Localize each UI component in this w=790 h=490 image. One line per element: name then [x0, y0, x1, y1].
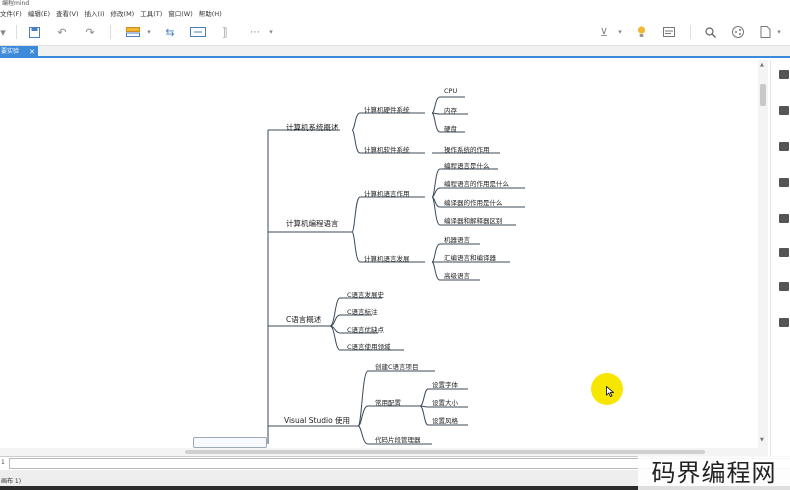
vertical-scrollbar[interactable]: ▲ ▼ — [758, 60, 768, 448]
subtopic-create-project[interactable]: 创建C语言项目 — [375, 361, 419, 371]
leaf-high-level[interactable]: 高级语言 — [444, 270, 470, 280]
subtopic-c-fields[interactable]: C语言使用领域 — [347, 341, 391, 351]
format-icon[interactable] — [779, 70, 789, 79]
menu-help[interactable]: 帮助(H) — [199, 8, 222, 18]
leaf-os-role[interactable]: 操作系统的作用 — [444, 144, 490, 154]
scroll-thumb[interactable] — [760, 84, 766, 106]
topic-programming-language[interactable]: 计算机编程语言 — [286, 218, 339, 229]
leaf-memory[interactable]: 内存 — [444, 105, 457, 115]
topic-visual-studio[interactable]: Visual Studio 使用 — [284, 415, 350, 426]
presentation-icon[interactable]: ⊻ — [597, 25, 611, 39]
export-icon[interactable] — [758, 25, 772, 39]
dropdown-arrow-icon[interactable]: ▾ — [776, 25, 782, 39]
subtopic-common-config[interactable]: 常用配置 — [375, 397, 401, 407]
dropdown-arrow-icon[interactable]: ▾ — [268, 25, 274, 39]
subtopic-c-standard[interactable]: C语言标注 — [347, 306, 378, 316]
menu-view[interactable]: 查看(V) — [56, 8, 79, 18]
topic-c-overview[interactable]: C语言概述 — [286, 314, 321, 325]
leaf-set-size[interactable]: 设置大小 — [432, 397, 458, 407]
close-icon[interactable]: ✕ — [29, 46, 35, 58]
redo-icon[interactable]: ↷ — [83, 25, 97, 39]
undo-icon[interactable]: ↶ — [55, 25, 69, 39]
menu-insert[interactable]: 插入(I) — [85, 8, 105, 18]
leaf-cpu[interactable]: CPU — [444, 87, 457, 95]
subtopic-c-pros-cons[interactable]: C语言优缺点 — [347, 324, 384, 334]
line-number: 1 — [1, 459, 5, 466]
leaf-disk[interactable]: 硬盘 — [444, 123, 457, 133]
tab-label: 要实验 — [1, 48, 20, 55]
toolbar: ▾ ↶ ↷ ▾ ⇆ ⟧ ⋯ ▾ ⊻ ▾ ▾ — [0, 19, 790, 46]
subtopic-language-role[interactable]: 计算机语言作用 — [364, 188, 410, 198]
scroll-down-icon[interactable]: ▼ — [760, 437, 764, 443]
menu-tools[interactable]: 工具(T) — [140, 8, 162, 18]
leaf-compiler-role[interactable]: 编译器的作用是什么 — [444, 197, 503, 207]
lightbulb-icon[interactable] — [634, 25, 648, 39]
dropdown-arrow-icon[interactable]: ▾ — [617, 25, 623, 39]
watermark: 码界编程网 — [638, 456, 790, 490]
menu-edit[interactable]: 编辑(E) — [28, 8, 50, 18]
menu-bar: 文件(F) 编辑(E) 查看(V) 插入(I) 修改(M) 工具(T) 窗口(W… — [0, 7, 790, 19]
outline-view-icon[interactable] — [662, 25, 676, 39]
boundary-icon[interactable] — [189, 25, 207, 39]
topic-style-icon[interactable] — [124, 25, 142, 39]
mouse-pointer-icon — [606, 386, 614, 397]
horizontal-scrollbar[interactable] — [0, 448, 768, 456]
menu-file[interactable]: 文件(F) — [0, 8, 22, 18]
scroll-thumb[interactable] — [185, 450, 705, 454]
central-topic[interactable] — [193, 437, 267, 448]
subtopic-snippet-manager[interactable]: 代码片段管理器 — [375, 434, 421, 444]
comment-icon[interactable] — [779, 282, 789, 291]
dropdown-arrow-icon[interactable]: ▾ — [0, 25, 6, 39]
dropdown-arrow-icon[interactable]: ▾ — [146, 25, 152, 39]
search-icon[interactable] — [703, 25, 717, 39]
leaf-language-purpose[interactable]: 编程语言的作用是什么 — [444, 178, 509, 188]
more-icon[interactable]: ⋯ — [246, 25, 264, 39]
notes-icon[interactable] — [779, 248, 789, 257]
leaf-machine-language[interactable]: 机器语言 — [444, 234, 470, 244]
leaf-assembly[interactable]: 汇编语言和编译器 — [444, 252, 496, 262]
leaf-compiler-vs-interpreter[interactable]: 编译器和解释器区别 — [444, 215, 503, 225]
menu-modify[interactable]: 修改(M) — [111, 8, 135, 18]
leaf-set-style[interactable]: 设置风格 — [432, 415, 458, 425]
picture-icon[interactable] — [779, 214, 789, 223]
subtopic-software[interactable]: 计算机软件系统 — [364, 144, 410, 154]
status-text: 画布 1) — [1, 478, 22, 485]
subtopic-c-history[interactable]: C语言发展史 — [347, 289, 384, 299]
subtopic-hardware[interactable]: 计算机硬件系统 — [364, 104, 410, 114]
topic-computer-system[interactable]: 计算机系统概述 — [286, 122, 339, 133]
save-icon[interactable] — [27, 25, 41, 39]
share-icon[interactable] — [731, 25, 745, 39]
scroll-up-icon[interactable]: ▲ — [760, 62, 764, 68]
window-title: 编程mind — [2, 0, 30, 7]
relationship-icon[interactable]: ⇆ — [162, 25, 178, 39]
leaf-set-font[interactable]: 设置字体 — [432, 379, 458, 389]
summary-icon[interactable]: ⟧ — [218, 25, 232, 39]
subtopic-language-history[interactable]: 计算机语言发展 — [364, 253, 410, 263]
tab-bar: 要实验 ✕ — [0, 46, 790, 58]
task-icon[interactable] — [779, 318, 789, 327]
menu-window[interactable]: 窗口(W) — [168, 8, 193, 18]
flag-icon[interactable] — [779, 178, 789, 187]
right-panel-bar — [770, 60, 790, 456]
tab-document[interactable]: 要实验 ✕ — [0, 46, 38, 58]
leaf-what-is-language[interactable]: 编程语言是什么 — [444, 160, 490, 170]
image-icon[interactable] — [779, 142, 789, 151]
mindmap-canvas[interactable]: 计算机系统概述 计算机编程语言 C语言概述 Visual Studio 使用 计… — [0, 60, 768, 448]
marker-icon[interactable] — [779, 106, 789, 115]
